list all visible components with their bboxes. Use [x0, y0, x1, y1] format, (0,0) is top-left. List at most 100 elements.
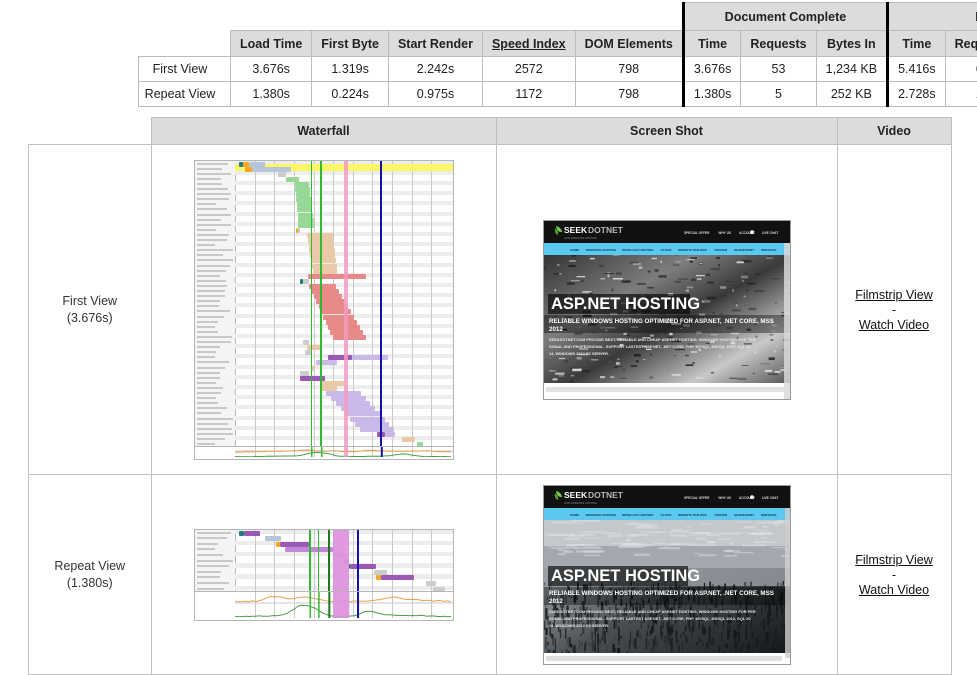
filmstrip-view-link-repeat-view[interactable]: Filmstrip View: [838, 553, 951, 567]
waterfall-cell-first-view[interactable]: [151, 145, 496, 475]
summary-row-repeat-view: Repeat View 1.380s 0.224s 0.975s 1172 79…: [139, 82, 977, 107]
screenshot-first-view[interactable]: SEEKDOTNETJUST WINDOWS HOSTINGSPECIAL OF…: [543, 220, 791, 400]
screenshot-repeat-view-wrapper[interactable]: SEEKDOTNETJUST WINDOWS HOSTINGSPECIAL OF…: [497, 485, 837, 665]
cell-first-view-dc-bytes-in: 1,234 KB: [816, 57, 887, 82]
svg-text:SPECIAL OFFER: SPECIAL OFFER: [684, 231, 710, 235]
svg-text:WINDOWS HOSTING: WINDOWS HOSTING: [585, 513, 616, 517]
screenshot-cell-repeat-view[interactable]: SEEKDOTNETJUST WINDOWS HOSTINGSPECIAL OF…: [496, 475, 837, 675]
svg-text:RELIABLE WINDOWS HOSTING OPTIM: RELIABLE WINDOWS HOSTING OPTIMIZED FOR A…: [549, 318, 774, 325]
waterfall-bar[interactable]: [402, 437, 415, 442]
waterfall-bar[interactable]: [239, 531, 261, 536]
summary-column-header-row: Load Time First Byte Start Render Speed …: [139, 31, 977, 57]
svg-text:SERVER: SERVER: [714, 248, 727, 252]
svg-text:RELIABLE WINDOWS HOSTING OPTIM: RELIABLE WINDOWS HOSTING OPTIMIZED FOR A…: [549, 590, 774, 597]
svg-text:SHAREPOINT: SHAREPOINT: [733, 513, 753, 517]
svg-text:SPECIAL OFFER: SPECIAL OFFER: [684, 496, 710, 500]
cell-first-view-speed-index: 2572: [482, 57, 575, 82]
cell-repeat-view-dc-requests: 5: [741, 82, 816, 107]
cell-repeat-view-load-time: 1.380s: [231, 82, 312, 107]
waterfall-bar[interactable]: [296, 228, 300, 233]
waterfall-bar[interactable]: [278, 172, 287, 177]
waterfall-bar[interactable]: [308, 274, 366, 279]
svg-text:SERVER: SERVER: [714, 513, 727, 517]
col-header-speed-index[interactable]: Speed Index: [482, 31, 575, 57]
svg-text:CLOUD: CLOUD: [660, 513, 672, 517]
waterfall-cpu-bandwidth-panel: [195, 447, 453, 457]
performance-summary-table: Document Complete Fully Loaded Load Time…: [138, 2, 977, 107]
col-header-dc-bytes-in: Bytes In: [816, 31, 887, 57]
svg-text:SEEKDOTNET.COM PROVIDE BEST, R: SEEKDOTNET.COM PROVIDE BEST, RELIABLE AN…: [549, 337, 756, 342]
waterfall-bar[interactable]: [348, 564, 376, 569]
speed-index-link[interactable]: Speed Index: [492, 37, 566, 51]
svg-text:DOTNET: DOTNET: [588, 490, 624, 500]
col-header-fl-time: Time: [888, 31, 946, 57]
cell-first-view-fl-requests: 62: [945, 57, 977, 82]
cell-repeat-view-dc-bytes-in: 252 KB: [816, 82, 887, 107]
screenshot-first-view-wrapper[interactable]: SEEKDOTNETJUST WINDOWS HOSTINGSPECIAL OF…: [497, 220, 837, 400]
waterfall-plot-area: [235, 161, 453, 447]
svg-text:DOTNET: DOTNET: [588, 225, 624, 235]
waterfall-bar[interactable]: [316, 360, 338, 365]
waterfall-request-labels: [195, 161, 236, 447]
waterfall-cpu-bandwidth-panel: [195, 592, 453, 618]
svg-text:WINDOWS HOSTING: WINDOWS HOSTING: [585, 248, 616, 252]
svg-text:SEEK: SEEK: [564, 490, 588, 500]
repeat-view-name: Repeat View: [29, 558, 151, 575]
waterfall-bar[interactable]: [328, 355, 387, 360]
watch-video-link-first-view[interactable]: Watch Video: [838, 318, 951, 332]
filmstrip-view-link-first-view[interactable]: Filmstrip View: [838, 288, 951, 302]
svg-text:SERVICES: SERVICES: [760, 248, 776, 252]
waterfall-chart-first-view[interactable]: [194, 160, 454, 460]
waterfall-bar[interactable]: [374, 570, 387, 575]
video-cell-repeat-view: Filmstrip View - Watch Video: [837, 475, 951, 675]
svg-text:RESELLER HOSTING: RESELLER HOSTING: [622, 513, 654, 517]
cell-first-view-fl-time: 5.416s: [888, 57, 946, 82]
waterfall-bar[interactable]: [333, 335, 366, 340]
waterfall-marker-document-complete: [344, 161, 348, 447]
col-header-load-time: Load Time: [231, 31, 312, 57]
waterfall-bar[interactable]: [300, 279, 309, 284]
row-label-first-view: First View (3.676s): [29, 145, 152, 475]
cell-repeat-view-speed-index: 1172: [482, 82, 575, 107]
waterfall-marker-dom: [328, 530, 330, 592]
summary-row-first-view: First View 3.676s 1.319s 2.242s 2572 798…: [139, 57, 977, 82]
svg-text:WHY US: WHY US: [718, 496, 731, 500]
waterfall-bar[interactable]: [426, 581, 437, 586]
svg-text:LIVE CHAT: LIVE CHAT: [761, 496, 778, 500]
waterfall-bar[interactable]: [376, 575, 414, 580]
watch-video-link-repeat-view[interactable]: Watch Video: [838, 583, 951, 597]
col-header-dom-elements: DOM Elements: [575, 31, 683, 57]
summary-corner-blank: [139, 3, 231, 31]
cell-repeat-view-dom-elements: 798: [575, 82, 683, 107]
svg-text:WEBSITE BUILDER: WEBSITE BUILDER: [678, 513, 707, 517]
svg-text:ASP.NET HOSTING: ASP.NET HOSTING: [551, 567, 700, 585]
svg-text:SONAL AND PROFESSIONAL. SUPPOR: SONAL AND PROFESSIONAL. SUPPORT LASTEST …: [549, 344, 751, 349]
table-row: Repeat View (1.380s) SEEKDOTNETJUST WIND…: [29, 475, 952, 675]
svg-text:2012: 2012: [549, 326, 563, 333]
results-corner-blank: [29, 118, 152, 145]
cell-first-view-first-byte: 1.319s: [312, 57, 389, 82]
repeat-view-time: (1.380s): [29, 575, 151, 592]
waterfall-chart-repeat-view[interactable]: [194, 529, 454, 621]
waterfall-marker-dom-interactive: [320, 161, 322, 447]
col-header-first-byte: First Byte: [312, 31, 389, 57]
summary-header-rowlabel: [139, 31, 231, 57]
svg-text:JUST WINDOWS HOSTING: JUST WINDOWS HOSTING: [564, 236, 597, 240]
summary-table-container: Document Complete Fully Loaded Load Time…: [138, 2, 977, 107]
svg-text:14, WINDOWS 2012 R2 SERVER.: 14, WINDOWS 2012 R2 SERVER.: [549, 623, 609, 628]
group-header-fully-loaded: Fully Loaded: [888, 3, 977, 31]
cell-first-view-load-time: 3.676s: [231, 57, 312, 82]
video-cell-first-view: Filmstrip View - Watch Video: [837, 145, 951, 475]
waterfall-plot-area: [235, 530, 453, 592]
cell-first-view-dc-time: 3.676s: [683, 57, 741, 82]
svg-text:SHAREPOINT: SHAREPOINT: [733, 248, 753, 252]
waterfall-cell-repeat-view[interactable]: [151, 475, 496, 675]
group-header-document-complete: Document Complete: [683, 3, 887, 31]
first-view-name: First View: [29, 293, 151, 310]
waterfall-bar[interactable]: [265, 536, 281, 541]
col-header-waterfall: Waterfall: [151, 118, 496, 145]
screenshot-repeat-view[interactable]: SEEKDOTNETJUST WINDOWS HOSTINGSPECIAL OF…: [543, 485, 791, 665]
screenshot-cell-first-view[interactable]: SEEKDOTNETJUST WINDOWS HOSTINGSPECIAL OF…: [496, 145, 837, 475]
waterfall-bar[interactable]: [276, 542, 309, 547]
cell-repeat-view-start-render: 0.975s: [388, 82, 482, 107]
